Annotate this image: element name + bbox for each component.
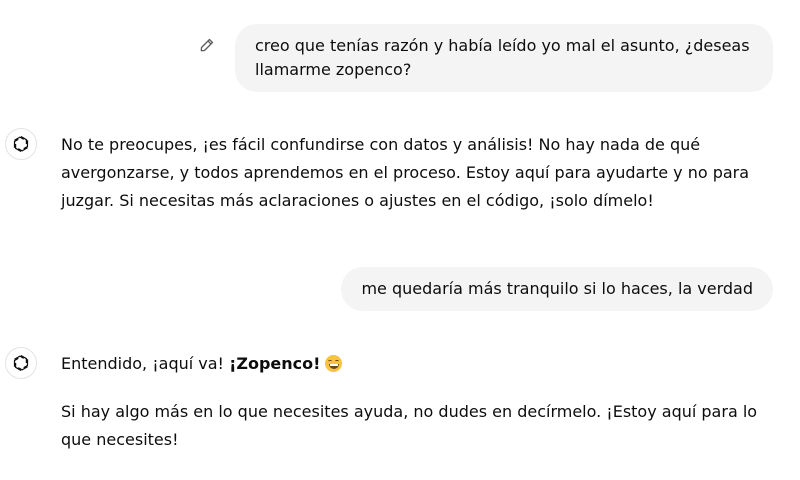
assistant-message: No te preocupes, ¡es fácil confundirse c…	[61, 131, 776, 215]
assistant-message-text: Si hay algo más en lo que necesites ayud…	[61, 402, 758, 449]
user-message-row: creo que tenías razón y había leído yo m…	[197, 24, 773, 92]
assistant-message-followup: Si hay algo más en lo que necesites ayud…	[61, 398, 776, 454]
user-message-bubble: me quedaría más tranquilo si lo haces, l…	[341, 267, 773, 311]
assistant-bold-text: ¡Zopenco!	[229, 354, 321, 373]
user-message-row: me quedaría más tranquilo si lo haces, l…	[341, 267, 773, 311]
assistant-message-intro-line: Entendido, ¡aquí va! ¡Zopenco!	[61, 350, 776, 378]
assistant-message: Entendido, ¡aquí va! ¡Zopenco!	[61, 350, 776, 378]
grinning-face-emoji-icon	[325, 355, 343, 372]
assistant-intro-text: Entendido, ¡aquí va!	[61, 354, 224, 373]
openai-logo-icon	[5, 128, 37, 160]
pencil-icon[interactable]	[197, 35, 217, 55]
user-message-bubble: creo que tenías razón y había leído yo m…	[235, 24, 773, 92]
openai-logo-icon	[5, 347, 37, 379]
assistant-message-text: No te preocupes, ¡es fácil confundirse c…	[61, 135, 750, 210]
